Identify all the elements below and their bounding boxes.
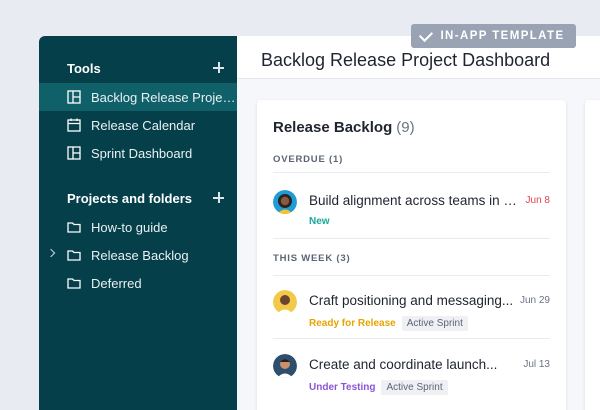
task-title: Build alignment across teams in t...	[309, 193, 517, 208]
sidebar-item-label: Release Backlog	[91, 247, 189, 263]
calendar-icon	[67, 118, 81, 132]
avatar	[273, 190, 297, 214]
sidebar-item-label: Deferred	[91, 275, 142, 291]
task-tags: Ready for Release Active Sprint	[309, 316, 468, 331]
sidebar-item-deferred[interactable]: Deferred	[39, 269, 237, 297]
panel-count: (9)	[396, 119, 415, 136]
folder-icon	[67, 278, 81, 289]
check-icon	[419, 27, 434, 42]
dashboard-icon	[67, 90, 81, 104]
page-title: Backlog Release Project Dashboard	[261, 50, 551, 70]
section-heading-overdue: OVERDUE (1)	[273, 154, 344, 165]
sidebar-item-label: Sprint Dashboard	[91, 145, 193, 161]
in-app-template-badge: IN-APP TEMPLATE	[411, 24, 576, 48]
divider	[273, 172, 550, 173]
task-row[interactable]: Craft positioning and messaging... Jun 2…	[273, 290, 550, 344]
task-tags: Under Testing Active Sprint	[309, 380, 448, 395]
divider	[273, 238, 550, 239]
tools-heading-label: Tools	[67, 60, 101, 76]
sidebar-item-how-to-guide[interactable]: How-to guide	[39, 213, 237, 241]
panel-title-label: Release Backlog	[273, 119, 393, 136]
sprint-chip: Active Sprint	[401, 316, 468, 331]
task-row[interactable]: Build alignment across teams in t... Jun…	[273, 190, 550, 244]
status-badge: Under Testing	[309, 382, 376, 393]
status-badge: Ready for Release	[309, 318, 396, 329]
sprint-chip: Active Sprint	[381, 380, 448, 395]
divider	[273, 338, 550, 339]
add-tool-plus-icon[interactable]	[209, 58, 229, 78]
divider	[273, 275, 550, 276]
sidebar-item-label: Backlog Release Projec...	[91, 89, 236, 105]
projects-heading: Projects and folders	[67, 188, 229, 208]
sidebar-item-sprint-dashboard[interactable]: Sprint Dashboard	[39, 139, 237, 167]
add-project-plus-icon[interactable]	[209, 188, 229, 208]
status-badge: New	[309, 216, 330, 227]
sidebar-item-label: Release Calendar	[91, 117, 196, 133]
folder-icon	[67, 250, 81, 261]
task-tags: New	[309, 216, 330, 227]
task-due-date: Jun 29	[519, 295, 550, 306]
avatar	[273, 290, 297, 314]
task-due-date: Jun 8	[525, 195, 550, 206]
sidebar-item-label: How-to guide	[91, 219, 168, 235]
sidebar: Tools Backlog Release Projec... Release …	[39, 36, 237, 410]
section-heading-this-week: THIS WEEK (3)	[273, 253, 351, 264]
badge-label: IN-APP TEMPLATE	[440, 30, 565, 42]
task-title: Create and coordinate launch...	[309, 357, 498, 372]
dashboard-icon	[67, 146, 81, 160]
sidebar-item-release-backlog[interactable]: Release Backlog	[39, 241, 237, 269]
chevron-right-icon[interactable]	[46, 248, 56, 258]
avatar	[273, 354, 297, 378]
tools-heading: Tools	[67, 58, 229, 78]
release-backlog-panel: Release Backlog (9) OVERDUE (1) Build ali…	[257, 100, 566, 410]
folder-icon	[67, 222, 81, 233]
panel-title: Release Backlog (9)	[273, 119, 415, 136]
next-panel	[585, 100, 600, 410]
projects-heading-label: Projects and folders	[67, 190, 192, 206]
task-title: Craft positioning and messaging...	[309, 293, 514, 308]
task-due-date: Jul 13	[523, 359, 550, 370]
sidebar-item-release-calendar[interactable]: Release Calendar	[39, 111, 237, 139]
app-window: Tools Backlog Release Projec... Release …	[39, 36, 600, 410]
sidebar-item-backlog-release-dashboard[interactable]: Backlog Release Projec...	[39, 83, 237, 111]
task-row[interactable]: Create and coordinate launch... Jul 13 U…	[273, 354, 550, 408]
